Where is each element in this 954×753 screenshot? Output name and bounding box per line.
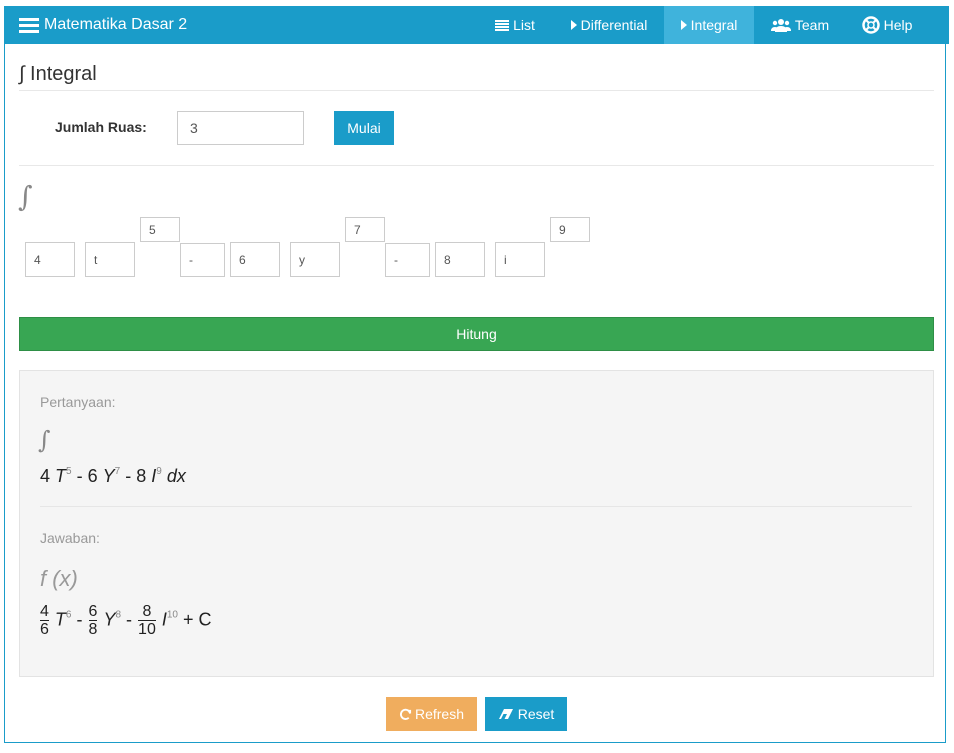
divider — [19, 90, 934, 91]
coef-input-1[interactable] — [25, 242, 75, 277]
nav-item-label: Team — [794, 17, 830, 33]
mulai-button[interactable]: Mulai — [334, 111, 394, 145]
operator-input-2[interactable] — [385, 243, 430, 277]
divider — [19, 165, 934, 166]
nav-item-team[interactable]: Team — [762, 6, 838, 44]
fraction-denominator: 10 — [138, 621, 156, 638]
divider — [40, 506, 912, 507]
question-term-exp: 5 — [66, 466, 72, 477]
var-input-2[interactable] — [290, 242, 340, 277]
var-input-3[interactable] — [495, 242, 545, 277]
navbar-brand[interactable]: Matematika Dasar 2 — [19, 6, 187, 44]
answer-operator: - — [76, 609, 83, 630]
eraser-icon — [498, 708, 514, 720]
answer-expression: 46 T6 - 68 Y8 - 8 10 I10 + C — [39, 603, 212, 638]
reset-button[interactable]: Reset — [485, 697, 567, 731]
answer-term-var: Y — [103, 609, 116, 630]
question-term-exp: 9 — [156, 466, 162, 477]
nav-item-label: Differential — [580, 17, 648, 33]
exp-input-1[interactable] — [140, 217, 180, 242]
pertanyaan-label: Pertanyaan: — [40, 394, 116, 410]
refresh-icon — [399, 708, 412, 721]
question-term-var: Y — [102, 466, 115, 486]
fx-label: f (x) — [40, 566, 78, 591]
page-title: ∫ Integral — [19, 63, 97, 85]
hamburger-icon — [19, 17, 39, 33]
refresh-button[interactable]: Refresh — [386, 697, 477, 731]
nav-item-list[interactable]: List — [484, 6, 546, 44]
nav-item-label: List — [513, 17, 535, 33]
nav-item-label: Help — [883, 17, 913, 33]
question-integral-symbol: ∫ — [38, 426, 51, 454]
exp-input-2[interactable] — [345, 217, 385, 242]
brand-label: Matematika Dasar 2 — [44, 16, 188, 33]
fraction-denominator: 6 — [40, 621, 49, 638]
lifebuoy-icon — [861, 16, 880, 34]
question-operator: - 6 — [76, 466, 98, 486]
users-icon — [770, 18, 791, 32]
question-term-exp: 7 — [114, 466, 121, 477]
reset-label: Reset — [517, 706, 555, 722]
answer-term-exp: 10 — [166, 609, 178, 621]
nav-item-differential[interactable]: Differential — [556, 6, 662, 44]
nav-item-label: Integral — [690, 17, 738, 33]
answer-term-exp: 6 — [65, 609, 72, 621]
question-term-var: T — [55, 466, 67, 486]
fraction-denominator: 8 — [88, 621, 98, 638]
fraction-numerator: 8 — [142, 603, 152, 620]
coef-input-2[interactable] — [230, 242, 280, 277]
answer-fraction: 8 10 — [138, 603, 156, 638]
question-expression: 4 T5 - 6 Y7 - 8 I9 dx — [40, 466, 186, 487]
nav-item-integral[interactable]: Integral — [664, 6, 754, 44]
nav-item-help[interactable]: Help — [852, 6, 922, 44]
operator-input-1[interactable] — [180, 243, 225, 277]
list-icon — [495, 19, 510, 31]
refresh-label: Refresh — [414, 706, 465, 722]
answer-suffix: + C — [183, 609, 212, 630]
caret-right-icon — [570, 20, 577, 30]
exp-input-3[interactable] — [550, 217, 590, 242]
navbar: Matematika Dasar 2 List Differential Int… — [4, 6, 949, 44]
fraction-numerator: 4 — [40, 603, 49, 620]
hitung-button[interactable]: Hitung — [19, 317, 934, 351]
answer-fraction: 46 — [40, 603, 49, 638]
caret-right-icon — [680, 20, 687, 30]
jawaban-label: Jawaban: — [40, 530, 100, 546]
var-input-1[interactable] — [85, 242, 135, 277]
answer-fraction: 68 — [88, 603, 98, 638]
answer-term-exp: 8 — [115, 609, 122, 621]
jumlah-ruas-label: Jumlah Ruas: — [55, 119, 147, 135]
integral-symbol: ∫ — [18, 180, 33, 213]
fraction-numerator: 6 — [88, 603, 98, 620]
coef-input-3[interactable] — [435, 242, 485, 277]
question-operator: - 8 — [125, 466, 147, 486]
question-term-coef: 4 — [40, 466, 51, 486]
question-suffix: dx — [166, 466, 186, 486]
jumlah-ruas-input[interactable] — [177, 111, 304, 145]
answer-operator: - — [126, 609, 133, 630]
answer-term-var: T — [54, 609, 66, 630]
